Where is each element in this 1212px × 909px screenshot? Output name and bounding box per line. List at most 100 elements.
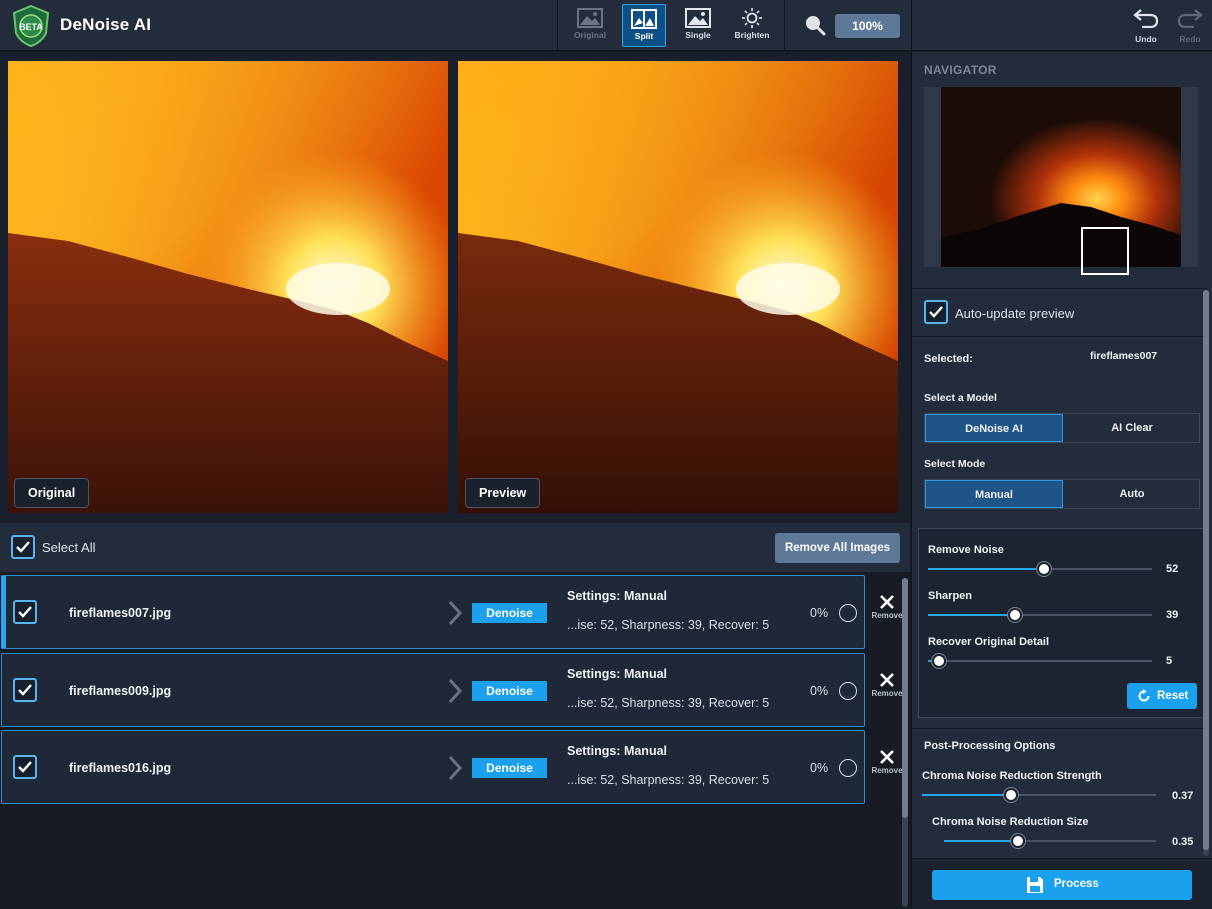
select-all-checkbox[interactable] <box>11 535 35 559</box>
chevron-right-icon[interactable] <box>445 678 465 704</box>
slider-handle[interactable] <box>1011 834 1026 848</box>
remove-noise-slider[interactable] <box>928 562 1152 576</box>
recover-detail-value: 5 <box>1166 655 1173 667</box>
selected-value: fireflames007 <box>1090 350 1158 362</box>
app-title: DeNoise AI <box>60 15 152 34</box>
auto-update-checkbox[interactable] <box>924 300 948 324</box>
slider-fill <box>922 794 1011 796</box>
remove-all-images-button[interactable]: Remove All Images <box>775 533 900 563</box>
original-label: Original <box>14 478 90 508</box>
zoom-icon[interactable] <box>804 14 826 36</box>
save-icon <box>1027 877 1043 893</box>
file-name: fireflames009.jpg <box>69 684 172 698</box>
redo-button[interactable]: Redo <box>1173 8 1207 44</box>
list-item[interactable]: fireflames016.jpg Denoise Settings: Manu… <box>1 730 865 804</box>
view-split-button[interactable]: Split <box>622 4 666 47</box>
settings-title: Settings: Manual <box>567 744 668 758</box>
divider <box>912 728 1208 729</box>
view-brighten-label: Brighten <box>734 30 770 40</box>
remove-label: Remove <box>871 689 903 698</box>
navigator-title: NAVIGATOR <box>924 63 997 77</box>
view-original-button[interactable]: Original <box>568 4 612 47</box>
close-icon <box>880 595 894 609</box>
divider <box>912 288 1208 289</box>
chroma-strength-slider[interactable] <box>922 788 1156 802</box>
progress-ring-icon <box>839 759 857 777</box>
close-icon <box>880 750 894 764</box>
model-label: Select a Model <box>924 392 997 404</box>
remove-label: Remove <box>871 611 903 620</box>
navigator-viewport[interactable] <box>1081 227 1129 275</box>
process-bar: Process <box>912 858 1212 909</box>
view-single-button[interactable]: Single <box>676 4 720 47</box>
remove-button[interactable]: Remove <box>870 749 904 775</box>
process-label: Process <box>1054 878 1099 890</box>
preview-area: Original Preview <box>0 52 910 523</box>
post-processing-title: Post-Processing Options <box>924 740 1056 752</box>
model-option-ai-clear[interactable]: AI Clear <box>1063 414 1201 442</box>
redo-label: Redo <box>1179 34 1201 44</box>
process-button[interactable]: Process <box>932 870 1192 900</box>
slider-fill <box>928 568 1045 570</box>
list-item[interactable]: fireflames007.jpg Denoise Settings: Manu… <box>1 575 865 649</box>
mode-option-auto[interactable]: Auto <box>1063 480 1201 508</box>
settings-values: ...ise: 52, Sharpness: 39, Recover: 5 <box>567 618 770 632</box>
recover-detail-slider[interactable] <box>928 654 1152 668</box>
list-scrollbar[interactable] <box>902 578 908 907</box>
chevron-right-icon[interactable] <box>445 755 465 781</box>
settings-values: ...ise: 52, Sharpness: 39, Recover: 5 <box>567 696 770 710</box>
chevron-right-icon[interactable] <box>445 600 465 626</box>
row-checkbox[interactable] <box>13 755 37 779</box>
row-checkbox[interactable] <box>13 600 37 624</box>
preview-label: Preview <box>465 478 541 508</box>
settings-panel: NAVIGATOR Auto-update preview Selected: … <box>911 52 1212 909</box>
navigator-thumbnail[interactable] <box>924 87 1198 275</box>
checkmark-icon <box>18 761 32 773</box>
progress-ring-icon <box>839 604 857 622</box>
row-checkbox[interactable] <box>13 678 37 702</box>
panel-scrollbar-thumb[interactable] <box>1203 290 1209 850</box>
sharpen-slider[interactable] <box>928 608 1152 622</box>
settings-title: Settings: Manual <box>567 589 668 603</box>
select-all-label: Select All <box>42 540 96 555</box>
checkmark-icon <box>18 606 32 618</box>
view-brighten-button[interactable]: Brighten <box>730 4 774 47</box>
progress-percent: 0% <box>810 606 829 620</box>
denoise-sliders: Remove Noise 52 Sharpen 39 Recover Origi… <box>918 528 1204 718</box>
split-view-icon <box>631 9 657 29</box>
file-name: fireflames016.jpg <box>69 761 172 775</box>
recover-detail-label: Recover Original Detail <box>928 636 1050 648</box>
image-icon <box>685 8 711 28</box>
sharpen-label: Sharpen <box>928 590 973 602</box>
panel-scrollbar[interactable] <box>1203 290 1209 856</box>
slider-handle[interactable] <box>1037 562 1052 576</box>
selected-label: Selected: <box>924 353 973 365</box>
remove-button[interactable]: Remove <box>870 594 904 620</box>
list-header: Select All Remove All Images <box>0 523 910 573</box>
undo-button[interactable]: Undo <box>1129 8 1163 44</box>
remove-label: Remove <box>871 766 903 775</box>
model-option-denoise-ai[interactable]: DeNoise AI <box>925 414 1063 442</box>
divider <box>912 336 1208 337</box>
mode-option-manual[interactable]: Manual <box>925 480 1063 508</box>
list-item[interactable]: fireflames009.jpg Denoise Settings: Manu… <box>1 653 865 727</box>
checkmark-icon <box>18 684 32 696</box>
zoom-level-field[interactable]: 100% <box>835 14 900 38</box>
original-pane[interactable]: Original <box>8 61 448 513</box>
preview-pane[interactable]: Preview <box>458 61 898 513</box>
remove-button[interactable]: Remove <box>870 672 904 698</box>
settings-title: Settings: Manual <box>567 667 668 681</box>
checkmark-icon <box>929 306 943 318</box>
slider-handle[interactable] <box>1003 788 1018 802</box>
slider-handle[interactable] <box>1008 608 1023 622</box>
list-scrollbar-thumb[interactable] <box>902 578 908 818</box>
model-selector: DeNoise AI AI Clear <box>924 413 1200 443</box>
progress-percent: 0% <box>810 761 829 775</box>
denoise-tag: Denoise <box>472 681 547 701</box>
sun-icon <box>742 8 762 28</box>
sharpen-value: 39 <box>1166 609 1179 621</box>
view-mode-group: Original Split Single Brighten <box>557 0 785 51</box>
chroma-size-slider[interactable] <box>944 834 1156 848</box>
slider-handle[interactable] <box>932 654 947 668</box>
reset-button[interactable]: Reset <box>1127 683 1197 709</box>
